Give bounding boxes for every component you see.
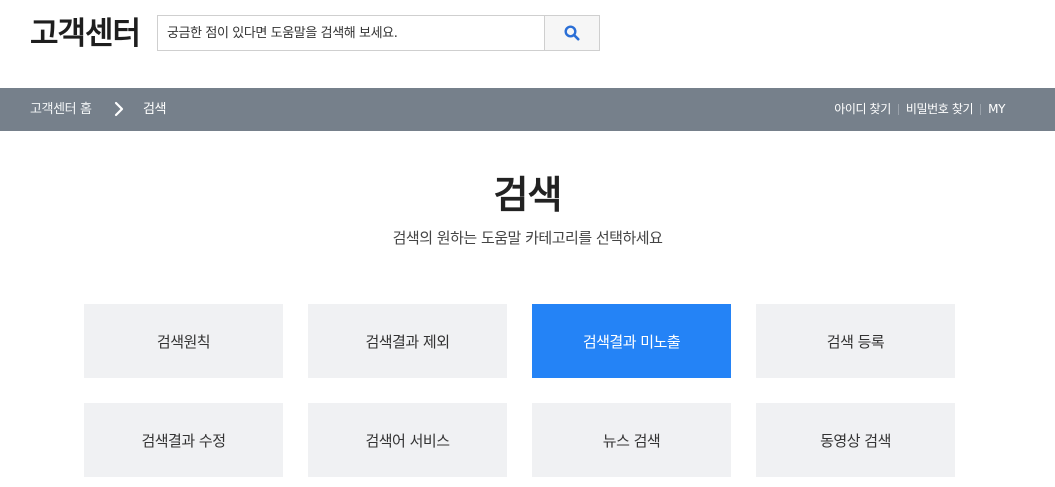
divider: [980, 104, 982, 115]
find-password-link[interactable]: 비밀번호 찾기: [906, 88, 974, 131]
page-subtitle: 검색의 원하는 도움말 카테고리를 선택하세요: [392, 229, 663, 247]
search-icon: [564, 25, 580, 41]
divider: [897, 104, 899, 115]
logo[interactable]: 고객센터: [30, 12, 141, 56]
category-search-term-service[interactable]: 검색어 서비스: [308, 403, 507, 477]
breadcrumb-current: 검색: [143, 102, 167, 117]
page-title: 검색: [493, 173, 563, 217]
navbar: 고객센터 홈 검색 아이디 찾기 비밀번호 찾기 MY: [0, 88, 1055, 131]
chevron-right-icon: [114, 101, 124, 117]
search-input[interactable]: [158, 16, 544, 50]
search-box: [157, 15, 600, 51]
category-news-search[interactable]: 뉴스 검색: [532, 403, 731, 477]
category-edit-results[interactable]: 검색결과 수정: [84, 403, 283, 477]
category-unexposed-results[interactable]: 검색결과 미노출: [532, 304, 731, 378]
category-grid: 검색원칙 검색결과 제외 검색결과 미노출 검색 등록 검색결과 수정 검색어 …: [84, 304, 956, 477]
category-search-registration[interactable]: 검색 등록: [756, 304, 955, 378]
account-links: 아이디 찾기 비밀번호 찾기 MY: [834, 88, 1005, 131]
search-button[interactable]: [544, 16, 599, 50]
category-video-search[interactable]: 동영상 검색: [756, 403, 955, 477]
find-id-link[interactable]: 아이디 찾기: [834, 88, 891, 131]
header: 고객센터: [0, 0, 1055, 89]
category-search-principles[interactable]: 검색원칙: [84, 304, 283, 378]
breadcrumb-home-link[interactable]: 고객센터 홈: [30, 88, 92, 131]
category-exclude-results[interactable]: 검색결과 제외: [308, 304, 507, 378]
my-link[interactable]: MY: [988, 88, 1005, 131]
